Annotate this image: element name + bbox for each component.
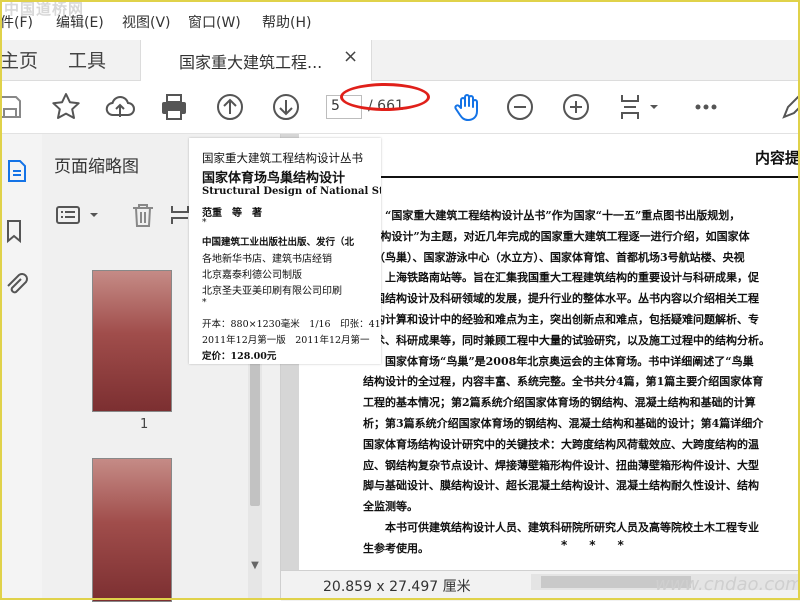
- chevron-down-icon[interactable]: [642, 91, 674, 123]
- next-page-icon[interactable]: [270, 91, 302, 123]
- text-line: 我国结构设计及科研领域的发展，提升行业的整体水平。丛书内容以介绍相关工程: [363, 292, 759, 306]
- watermark-bottom: www.cndao.com: [655, 574, 800, 595]
- heading-rule: [367, 176, 800, 178]
- zoom-in-icon[interactable]: [560, 91, 592, 123]
- popup-price: 定价：128.00元: [202, 351, 277, 362]
- more-options-icon[interactable]: [690, 91, 722, 123]
- text-line: “国家重大建筑工程结构设计丛书”作为国家“十一五”重点图书出版规划，: [363, 209, 741, 222]
- menu-file[interactable]: 件(F): [0, 12, 33, 32]
- popup-spec: 开本：880×1230毫米 1/16 印张：41: [202, 319, 381, 330]
- menu-window[interactable]: 窗口(W): [188, 12, 241, 32]
- popup-publisher: 中国建筑工业出版社出版、发行（北: [202, 237, 355, 248]
- text-line: 结构设计的全过程，内容丰富、系统完整。全书共分4篇，第1篇主要介绍国家体育: [363, 375, 764, 389]
- tab-tools[interactable]: 工具: [68, 46, 106, 73]
- delete-page-icon[interactable]: [128, 200, 158, 230]
- text-line: 结构计算和设计中的经验和难点为主，突出创新点和难点，包括疑难问题解析、专: [363, 313, 759, 326]
- star-icon[interactable]: [50, 91, 82, 123]
- text-line: “结构设计”为主题，对近几年完成的国家重大建筑工程逐一进行介绍，如国家体: [363, 229, 750, 243]
- page-thumbnail-1[interactable]: [92, 270, 172, 412]
- menu-edit[interactable]: 编辑(E): [56, 12, 104, 32]
- text-line: 析；第3篇系统介绍国家体育场的钢结构、混凝土结构和基础的设计；第4篇详细介: [363, 417, 764, 430]
- popup-typeset: 北京嘉泰利德公司制版: [202, 270, 302, 281]
- thumbnail-panel-title: 页面缩略图: [54, 157, 139, 177]
- scroll-down-arrow-icon[interactable]: ▼: [248, 560, 262, 574]
- text-line: 应、钢结构复杂节点设计、焊接薄壁箱形构件设计、扭曲薄壁箱形构件设计、大型: [363, 458, 759, 472]
- toolbar: 5 / 661: [0, 81, 800, 134]
- section-stars: ***: [561, 538, 646, 552]
- page-dimensions: 20.859 x 27.497 厘米: [323, 579, 471, 595]
- popup-mark: *: [202, 218, 207, 228]
- tab-close-button[interactable]: ×: [343, 46, 358, 67]
- zoom-out-icon[interactable]: [504, 91, 536, 123]
- cloud-upload-icon[interactable]: [104, 91, 136, 123]
- menu-help[interactable]: 帮助(H): [262, 12, 311, 32]
- bookmark-icon[interactable]: [4, 218, 30, 244]
- popup-author: 范重 等 著: [202, 208, 262, 219]
- text-line: 场（鸟巢）、国家游泳中心（水立方）、国家体育馆、首都机场3号航站楼、央视: [363, 250, 745, 264]
- thumbnail-options-icon[interactable]: [54, 200, 84, 230]
- popup-printer: 北京圣夫亚美印刷有限公司印刷: [202, 286, 342, 297]
- attachment-icon[interactable]: [4, 272, 30, 298]
- text-line: 国家体育场结构设计研究中的关键技术：大跨度结构风荷载效应、大跨度结构的温: [363, 437, 759, 451]
- popup-mark: *: [202, 298, 207, 308]
- popup-distributor: 各地新华书店、建筑书店经销: [202, 254, 332, 265]
- left-rail: [0, 134, 43, 600]
- previous-page-icon[interactable]: [214, 91, 246, 123]
- text-line: 本书可供建筑结构设计人员、建筑科研院所研究人员及高等院校土木工程专业: [363, 521, 759, 534]
- text-line: 楼、上海铁路南站等。旨在汇集我国重大工程建筑结构的重要设计与科研成果，促: [363, 271, 759, 285]
- menu-view[interactable]: 视图(V): [122, 12, 171, 32]
- text-line: 脚与基础设计、膜结构设计、超长混凝土结构设计、混凝土结构耐久性设计、结构: [363, 479, 759, 493]
- popup-title-cn: 国家体育场鸟巢结构设计: [202, 171, 346, 186]
- popup-title-en: Structural Design of National Stadium B: [202, 186, 381, 197]
- copyright-page-popup: 国家重大建筑工程结构设计丛书 国家体育场鸟巢结构设计 Structural De…: [189, 138, 381, 364]
- print-icon[interactable]: [158, 91, 190, 123]
- tab-document-label: 国家重大建筑工程...: [179, 53, 323, 72]
- tab-bar: 主页 工具 国家重大建筑工程... ×: [0, 40, 800, 81]
- highlight-oval: [340, 83, 430, 111]
- pen-icon[interactable]: [778, 91, 800, 123]
- text-line: 国家体育场“鸟巢”是2008年北京奥运会的主体育场。书中详细阐述了“鸟巢: [363, 354, 754, 368]
- text-line: 工程的基本情况；第2篇系统介绍国家体育场的钢结构、混凝土结构和基础的计算: [363, 396, 756, 410]
- tab-home[interactable]: 主页: [0, 46, 38, 73]
- text-line: 全监测等。: [363, 500, 418, 514]
- page-thumbnail-number: 1: [140, 417, 149, 432]
- text-line: 技术、科研成果等，同时兼顾工程中大量的试验研究，以及施工过程中的结构分析。: [363, 333, 770, 347]
- hand-tool-icon[interactable]: [452, 91, 484, 123]
- page-thumbnail-2[interactable]: [92, 458, 172, 602]
- tab-document[interactable]: 国家重大建筑工程... ×: [140, 40, 372, 81]
- popup-series: 国家重大建筑工程结构设计丛书: [202, 151, 363, 165]
- menu-bar: 中国道桥网 件(F) 编辑(E) 视图(V) 窗口(W) 帮助(H): [0, 0, 800, 40]
- page-thumbnails-icon[interactable]: [4, 158, 30, 184]
- page-heading: 内容提: [754, 149, 800, 167]
- popup-edition: 2011年12月第一版 2011年12月第一: [202, 335, 370, 346]
- save-icon[interactable]: [0, 91, 26, 123]
- chevron-down-icon[interactable]: [82, 200, 112, 230]
